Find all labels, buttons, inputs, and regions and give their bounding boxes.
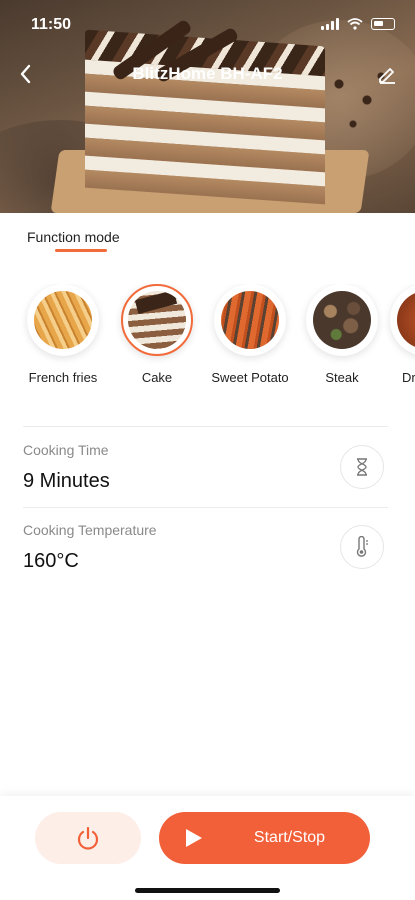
nav-bar: BlitzHome BH-AF2: [0, 54, 415, 94]
divider: [23, 507, 388, 508]
cooking-temperature-label: Cooking Temperature: [23, 522, 157, 538]
dried-food-image: [397, 291, 415, 349]
cake-image: [128, 291, 186, 349]
mode-label: Steak: [325, 370, 359, 385]
status-icons: [321, 18, 395, 30]
mode-label: Sweet Potato: [211, 370, 289, 385]
status-time: 11:50: [31, 16, 72, 33]
divider: [23, 426, 388, 427]
steak-image: [313, 291, 371, 349]
french-fries-image: [34, 291, 92, 349]
mode-label: Cake: [141, 370, 173, 385]
tab-function-mode[interactable]: Function mode: [27, 229, 120, 245]
mode-dried[interactable]: Dr: [390, 284, 415, 385]
cooking-time-button[interactable]: [340, 445, 384, 489]
start-stop-label: Start/Stop: [253, 829, 326, 846]
cooking-time-value: 9 Minutes: [23, 470, 110, 492]
wifi-icon: [347, 18, 363, 30]
sweet-potato-image: [221, 291, 279, 349]
edit-button[interactable]: [375, 62, 399, 86]
action-bar: Start/Stop: [0, 796, 415, 900]
home-indicator: [135, 888, 280, 893]
start-stop-button[interactable]: Start/Stop: [159, 812, 370, 864]
mode-list: French fries Cake Sweet Potato Steak Dr: [0, 284, 415, 394]
signal-icon: [321, 18, 339, 30]
mode-steak[interactable]: Steak: [297, 284, 387, 385]
tab-active-indicator: [55, 249, 107, 252]
thermometer-icon: [356, 536, 368, 557]
power-button[interactable]: [35, 812, 141, 864]
cooking-temperature-button[interactable]: [340, 525, 384, 569]
mode-french-fries[interactable]: French fries: [18, 284, 108, 385]
mode-cake[interactable]: Cake: [112, 284, 202, 385]
mode-label: Dr: [402, 370, 415, 385]
status-bar: 11:50: [0, 0, 415, 50]
pencil-icon: [379, 68, 395, 84]
mode-sweet-potato[interactable]: Sweet Potato: [205, 284, 295, 385]
cooking-time-label: Cooking Time: [23, 442, 109, 458]
mode-label: French fries: [28, 370, 98, 385]
battery-icon: [371, 18, 395, 30]
hourglass-icon: [357, 458, 367, 476]
page-title: BlitzHome BH-AF2: [132, 64, 283, 83]
cooking-temperature-value: 160°C: [23, 550, 79, 572]
power-icon: [77, 826, 99, 850]
